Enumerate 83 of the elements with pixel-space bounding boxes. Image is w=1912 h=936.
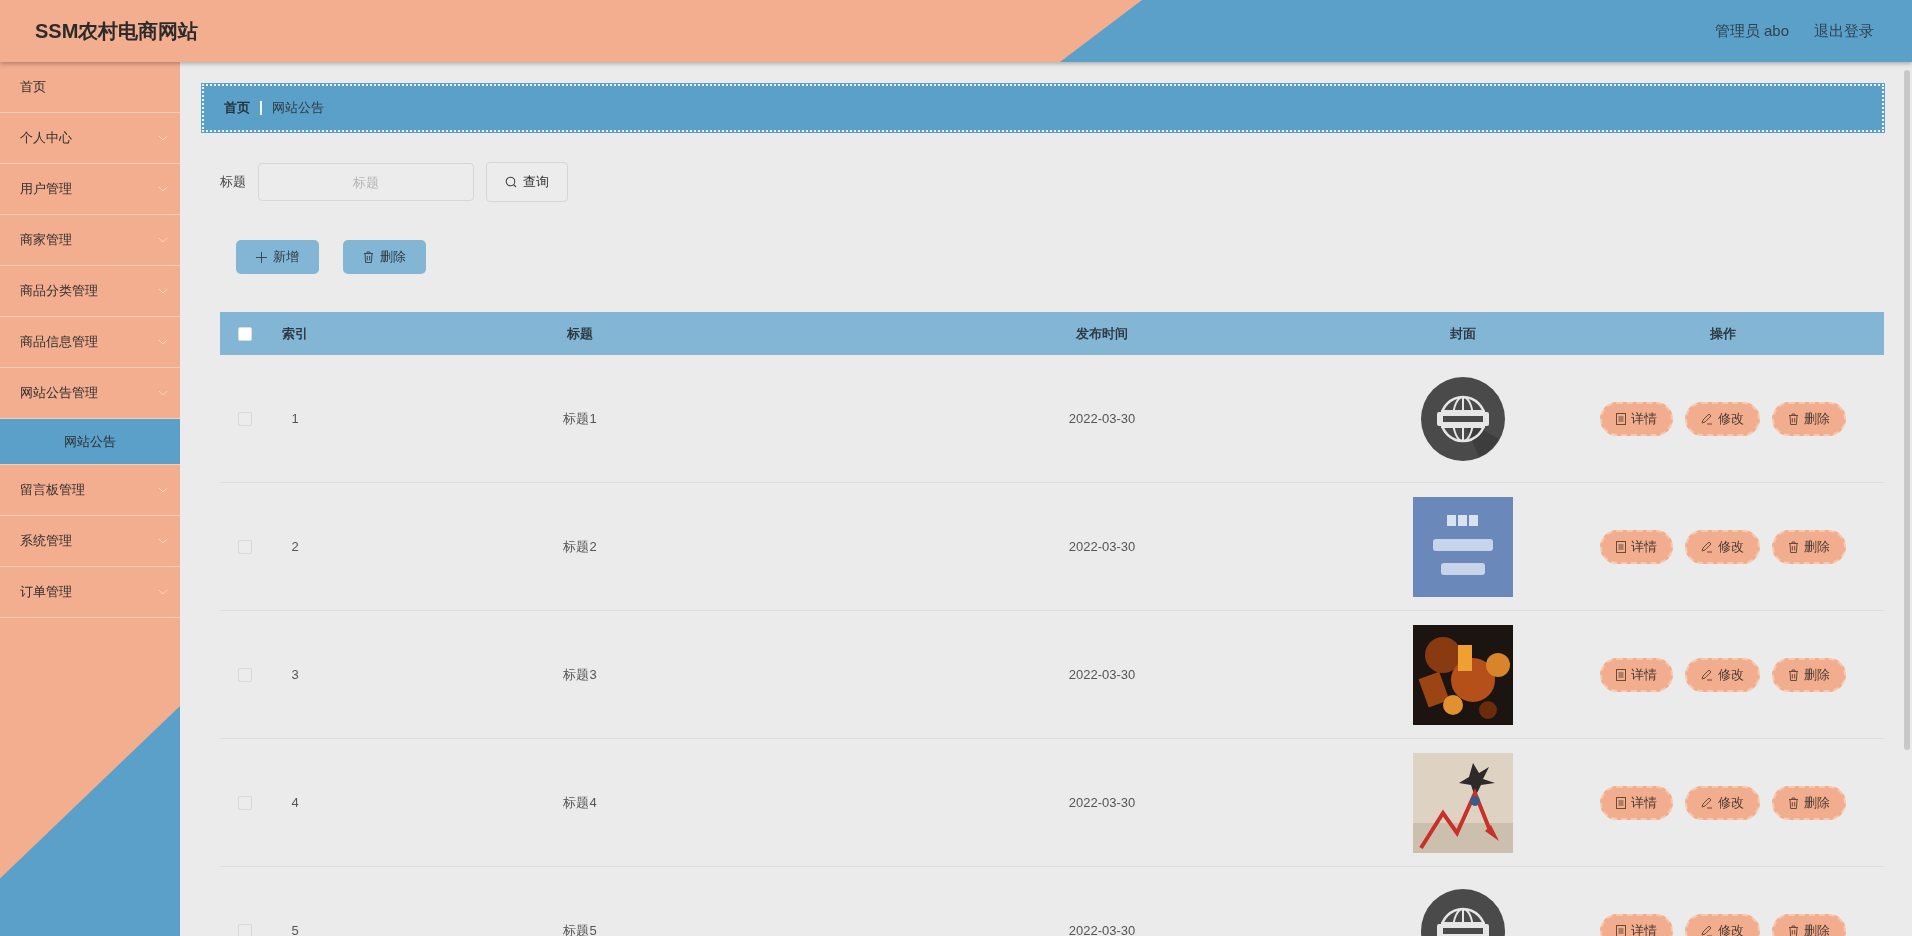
chevron-down-icon — [158, 237, 168, 243]
table-cell: 3 — [291, 667, 299, 682]
table-cell: 2022-03-30 — [1068, 539, 1136, 554]
menu-item[interactable]: 商品信息管理 — [0, 317, 180, 368]
table-cell: 1 — [291, 411, 299, 426]
chevron-down-icon — [158, 135, 168, 141]
pencil-icon — [1701, 796, 1713, 809]
trash-icon — [1788, 796, 1799, 809]
menu-item[interactable]: 首页 — [0, 62, 180, 113]
table-cell: 2 — [291, 539, 299, 554]
scrollbar[interactable] — [1904, 70, 1910, 750]
edit-button[interactable]: 修改 — [1685, 657, 1760, 692]
table-cell: 5 — [291, 923, 299, 936]
delete-button[interactable]: 删除 — [1772, 657, 1846, 692]
trash-icon — [1788, 540, 1799, 553]
chevron-down-icon — [158, 589, 168, 595]
column-header: 操作 — [1710, 324, 1736, 343]
chevron-down-icon — [158, 390, 168, 396]
user-label: 管理员 abo — [1714, 21, 1789, 41]
menu-item[interactable]: 商品分类管理 — [0, 266, 180, 317]
chevron-down-icon — [158, 339, 168, 345]
table-cell: 4 — [291, 795, 299, 810]
delete-button[interactable]: 删除 — [1772, 913, 1846, 936]
menu-item[interactable]: 订单管理 — [0, 567, 180, 618]
add-button[interactable]: 新增 — [236, 240, 319, 274]
select-all-checkbox[interactable] — [238, 326, 252, 341]
trash-icon — [1788, 668, 1799, 681]
trash-icon — [1788, 924, 1799, 936]
table-cell: 标题2 — [563, 537, 597, 556]
column-header: 发布时间 — [1076, 324, 1128, 343]
details-button[interactable]: 详情 — [1600, 529, 1673, 564]
edit-button[interactable]: 修改 — [1685, 529, 1760, 564]
site-title: SSM农村电商网站 — [35, 18, 199, 44]
menu-item[interactable]: 留言板管理 — [0, 465, 180, 516]
trash-icon — [1788, 412, 1799, 425]
menu-item[interactable]: 商家管理 — [0, 215, 180, 266]
table-cell: 2022-03-30 — [1068, 667, 1136, 682]
menu-item[interactable]: 用户管理 — [0, 164, 180, 215]
table-cell: 2022-03-30 — [1068, 923, 1136, 936]
logout-link[interactable]: 退出登录 — [1814, 21, 1874, 41]
document-icon — [1616, 924, 1626, 936]
table-cell: 标题1 — [563, 409, 597, 428]
edit-button[interactable]: 修改 — [1685, 913, 1760, 936]
search-icon — [505, 176, 517, 188]
pencil-icon — [1701, 668, 1713, 681]
menu-item[interactable]: 个人中心 — [0, 113, 180, 164]
details-button[interactable]: 详情 — [1600, 785, 1673, 820]
delete-button[interactable]: 删除 — [1772, 401, 1846, 436]
submenu-item[interactable]: 网站公告 — [0, 419, 180, 465]
search-button[interactable]: 查询 — [486, 162, 568, 202]
breadcrumb-link[interactable]: 网站公告 — [272, 99, 324, 117]
table-cell: 标题5 — [563, 921, 597, 936]
document-icon — [1616, 796, 1626, 809]
column-header: 封面 — [1450, 324, 1476, 343]
chevron-down-icon — [158, 288, 168, 294]
delete-button[interactable]: 删除 — [1772, 785, 1846, 820]
edit-button[interactable]: 修改 — [1685, 401, 1760, 436]
chevron-down-icon — [158, 487, 168, 493]
table-cell: 标题4 — [563, 793, 597, 812]
document-icon — [1616, 540, 1626, 553]
field-label: 标题 — [220, 173, 246, 191]
pencil-icon — [1701, 924, 1713, 936]
pencil-icon — [1701, 540, 1713, 553]
chevron-down-icon — [158, 186, 168, 192]
delete-button[interactable]: 删除 — [1772, 529, 1846, 564]
document-icon — [1616, 412, 1626, 425]
menu-item[interactable]: 系统管理 — [0, 516, 180, 567]
breadcrumb-link[interactable]: 首页 — [224, 99, 250, 117]
document-icon — [1616, 668, 1626, 681]
details-button[interactable]: 详情 — [1600, 401, 1673, 436]
table-cell: 2022-03-30 — [1068, 795, 1136, 810]
details-button[interactable]: 详情 — [1600, 913, 1673, 936]
column-header: 标题 — [567, 324, 593, 343]
chevron-down-icon — [158, 538, 168, 544]
table-cell: 2022-03-30 — [1068, 411, 1136, 426]
column-header: 索引 — [282, 324, 308, 343]
trash-icon — [363, 251, 374, 263]
delete-button[interactable]: 删除 — [343, 240, 426, 274]
details-button[interactable]: 详情 — [1600, 657, 1673, 692]
pencil-icon — [1701, 412, 1713, 425]
table-cell: 标题3 — [563, 665, 597, 684]
plus-icon — [256, 251, 267, 263]
edit-button[interactable]: 修改 — [1685, 785, 1760, 820]
